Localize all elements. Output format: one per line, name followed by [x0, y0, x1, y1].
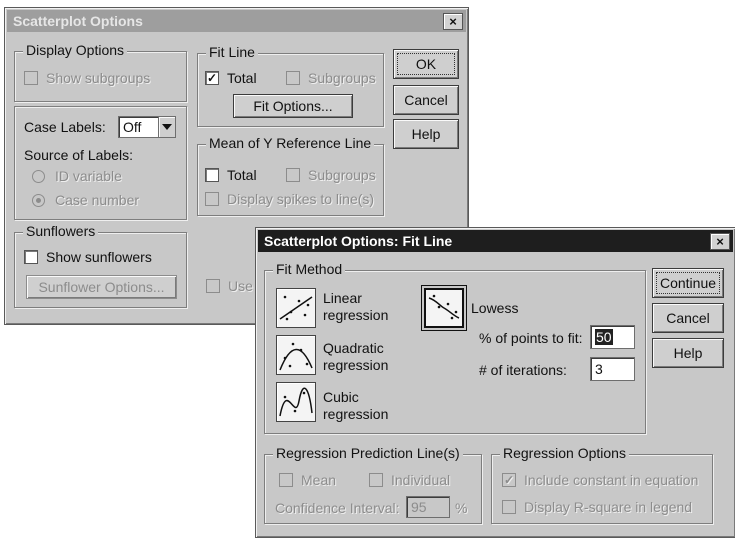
iterations-label: # of iterations:: [479, 362, 567, 378]
help-button[interactable]: Help: [393, 119, 459, 149]
prediction-individual-label: Individual: [391, 472, 451, 488]
case-number-radio[interactable]: Case number: [32, 192, 139, 208]
include-constant-checkbox[interactable]: ✓ Include constant in equation: [502, 472, 698, 488]
regression-options-group: Regression Options ✓ Include constant in…: [491, 445, 713, 524]
checkbox-box[interactable]: [24, 250, 38, 264]
regression-prediction-group: Regression Prediction Line(s) Mean Indiv…: [264, 445, 482, 524]
quadratic-regression-label[interactable]: Quadratic regression: [323, 340, 388, 374]
mean-y-subgroups-checkbox[interactable]: Subgroups: [286, 167, 376, 183]
case-labels-dropdown[interactable]: Off: [118, 116, 176, 138]
regression-options-legend: Regression Options: [500, 445, 629, 461]
points-to-fit-input[interactable]: 50: [590, 325, 635, 349]
dialog-title-bar[interactable]: Scatterplot Options ×: [7, 10, 466, 32]
close-icon[interactable]: ×: [710, 233, 730, 250]
display-rsquare-checkbox[interactable]: Display R-square in legend: [502, 499, 692, 515]
close-icon[interactable]: ×: [443, 13, 463, 30]
fit-line-subgroups-checkbox[interactable]: Subgroups: [286, 70, 376, 86]
mean-y-total-checkbox[interactable]: Total: [205, 167, 257, 183]
dialog-title: Scatterplot Options: [13, 13, 143, 29]
case-labels-label: Case Labels:: [24, 119, 106, 135]
include-constant-label: Include constant in equation: [524, 472, 699, 488]
display-rsquare-label: Display R-square in legend: [524, 499, 693, 515]
mean-y-reference-legend: Mean of Y Reference Line: [206, 135, 375, 151]
display-spikes-label: Display spikes to line(s): [227, 191, 375, 207]
use-checkbox[interactable]: Use: [206, 278, 253, 294]
confidence-interval-input[interactable]: 95: [406, 496, 450, 518]
radio-button[interactable]: [32, 193, 45, 207]
confidence-interval-label: Confidence Interval:: [275, 500, 400, 516]
checkbox-box[interactable]: ✓: [502, 473, 516, 487]
lowess-label[interactable]: Lowess: [471, 300, 518, 316]
checkbox-box[interactable]: [286, 168, 300, 182]
checkbox-box[interactable]: [206, 279, 220, 293]
id-variable-label: ID variable: [55, 168, 122, 184]
prediction-mean-checkbox[interactable]: Mean: [279, 472, 336, 488]
sunflowers-group: Sunflowers Show sunflowers Sunflower Opt…: [14, 223, 187, 308]
fit-line-total-label: Total: [227, 70, 257, 86]
case-labels-group: Case Labels: Off Source of Labels: ID va…: [14, 106, 187, 220]
mean-y-total-label: Total: [227, 167, 257, 183]
cubic-regression-icon[interactable]: [276, 382, 316, 422]
fit-line-legend: Fit Line: [206, 44, 258, 60]
cubic-regression-label[interactable]: Cubic regression: [323, 389, 388, 423]
checkbox-box[interactable]: [369, 473, 383, 487]
show-subgroups-label: Show subgroups: [46, 70, 151, 86]
help-button[interactable]: Help: [652, 338, 724, 368]
chevron-down-icon[interactable]: [158, 117, 175, 137]
checkbox-box[interactable]: [205, 168, 219, 182]
checkbox-box[interactable]: [279, 473, 293, 487]
use-label: Use: [228, 278, 253, 294]
sunflowers-legend: Sunflowers: [23, 223, 99, 239]
source-of-labels-label: Source of Labels:: [24, 147, 133, 163]
show-sunflowers-label: Show sunflowers: [46, 249, 152, 265]
show-sunflowers-checkbox[interactable]: Show sunflowers: [24, 249, 152, 265]
cancel-button[interactable]: Cancel: [652, 303, 724, 333]
dialog-title-bar[interactable]: Scatterplot Options: Fit Line ×: [258, 230, 733, 252]
dialog-title: Scatterplot Options: Fit Line: [264, 233, 453, 249]
display-spikes-checkbox[interactable]: Display spikes to line(s): [205, 191, 374, 207]
fit-method-legend: Fit Method: [273, 261, 346, 277]
sunflower-options-button[interactable]: Sunflower Options...: [26, 275, 177, 299]
linear-regression-icon[interactable]: [276, 288, 316, 328]
case-labels-value: Off: [123, 119, 142, 135]
cancel-button[interactable]: Cancel: [393, 85, 459, 115]
case-number-label: Case number: [55, 192, 140, 208]
fit-options-button[interactable]: Fit Options...: [233, 94, 353, 118]
checkbox-box[interactable]: [502, 500, 516, 514]
checkbox-box[interactable]: ✓: [205, 71, 219, 85]
prediction-individual-checkbox[interactable]: Individual: [369, 472, 450, 488]
fit-line-total-checkbox[interactable]: ✓ Total: [205, 70, 257, 86]
continue-button[interactable]: Continue: [652, 268, 724, 298]
mean-y-reference-group: Mean of Y Reference Line Total Subgroups…: [197, 135, 384, 216]
linear-regression-label[interactable]: Linear regression: [323, 290, 388, 324]
fit-method-group: Fit Method Linear regression Quadratic r…: [264, 261, 646, 434]
display-options-group: Display Options Show subgroups: [14, 42, 187, 102]
checkbox-box[interactable]: [286, 71, 300, 85]
checkbox-box[interactable]: [205, 192, 219, 206]
fit-line-group: Fit Line ✓ Total Subgroups Fit Options..…: [197, 44, 384, 127]
display-options-legend: Display Options: [23, 42, 128, 58]
checkbox-box[interactable]: [24, 71, 38, 85]
prediction-mean-label: Mean: [301, 472, 337, 488]
iterations-input[interactable]: 3: [590, 357, 635, 381]
points-to-fit-label: % of points to fit:: [479, 330, 583, 346]
lowess-icon[interactable]: [424, 288, 464, 328]
fit-line-subgroups-label: Subgroups: [308, 70, 376, 86]
id-variable-radio[interactable]: ID variable: [32, 168, 122, 184]
fit-line-dialog: Scatterplot Options: Fit Line × Fit Meth…: [255, 227, 735, 538]
radio-button[interactable]: [32, 169, 45, 183]
show-subgroups-checkbox[interactable]: Show subgroups: [24, 70, 150, 86]
quadratic-regression-icon[interactable]: [276, 335, 316, 375]
ok-button[interactable]: OK: [393, 49, 459, 79]
confidence-interval-unit: %: [455, 500, 468, 516]
mean-y-subgroups-label: Subgroups: [308, 167, 376, 183]
regression-prediction-legend: Regression Prediction Line(s): [273, 445, 463, 461]
